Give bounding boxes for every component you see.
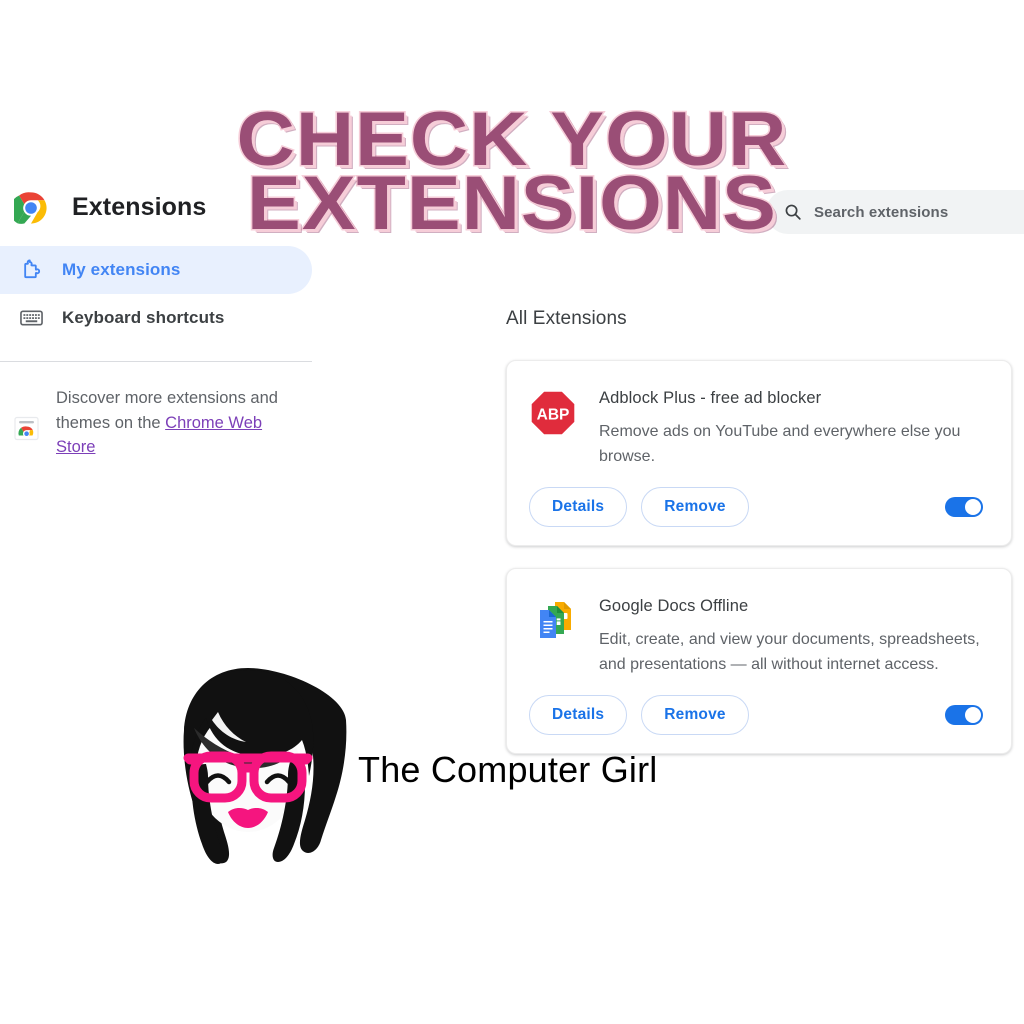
brand-name: The Computer Girl — [358, 749, 658, 790]
sidebar-item-label: My extensions — [62, 260, 181, 279]
svg-text:ABP: ABP — [537, 407, 570, 424]
keyboard-icon — [18, 305, 44, 331]
overlay-headline-line-1: CHECK YOUR — [235, 97, 788, 182]
discover-more-extensions: Discover more extensions and themes on t… — [0, 362, 312, 460]
extension-name: Adblock Plus - free ad blocker — [599, 389, 822, 407]
puzzle-piece-icon — [18, 257, 44, 283]
screenshot-canvas: Extensions My extensions Keyboard shortc… — [0, 0, 1024, 1024]
extension-text-block: Google Docs Offline Edit, create, and vi… — [599, 595, 989, 677]
search-extensions-box[interactable]: Search extensions — [766, 190, 1024, 234]
extension-card-actions: Details Remove — [529, 487, 989, 527]
chrome-web-store-icon — [12, 416, 42, 442]
details-button[interactable]: Details — [529, 487, 628, 527]
search-input[interactable]: Search extensions — [814, 204, 948, 221]
toggle-knob — [965, 499, 981, 515]
search-icon — [784, 203, 802, 221]
sidebar-item-label: Keyboard shortcuts — [62, 308, 225, 327]
extension-name: Google Docs Offline — [599, 597, 749, 615]
sidebar: My extensions Keyboard shortcuts Discove… — [0, 246, 312, 460]
extension-card-header: ABP Adblock Plus - free ad blocker Remov… — [529, 387, 989, 479]
extension-enabled-toggle[interactable] — [945, 497, 983, 517]
section-title: All Extensions — [506, 308, 627, 329]
chrome-logo-icon — [9, 191, 48, 225]
computer-girl-avatar-icon — [148, 660, 348, 880]
extension-card: ABP Adblock Plus - free ad blocker Remov… — [506, 360, 1012, 546]
toggle-knob — [965, 707, 981, 723]
extension-text-block: Adblock Plus - free ad blocker Remove ad… — [599, 387, 989, 469]
sidebar-item-my-extensions[interactable]: My extensions — [0, 246, 312, 294]
sidebar-item-keyboard-shortcuts[interactable]: Keyboard shortcuts — [0, 294, 312, 342]
extension-description: Edit, create, and view your documents, s… — [599, 631, 980, 673]
brand-watermark: The Computer Girl — [148, 660, 658, 880]
extension-description: Remove ads on YouTube and everywhere els… — [599, 423, 961, 465]
discover-text: Discover more extensions and themes on t… — [56, 386, 284, 460]
extension-enabled-toggle[interactable] — [945, 705, 983, 725]
remove-button[interactable]: Remove — [641, 487, 749, 527]
google-docs-offline-icon — [529, 597, 577, 645]
adblock-plus-icon: ABP — [529, 389, 577, 437]
page-title: Extensions — [72, 193, 207, 221]
